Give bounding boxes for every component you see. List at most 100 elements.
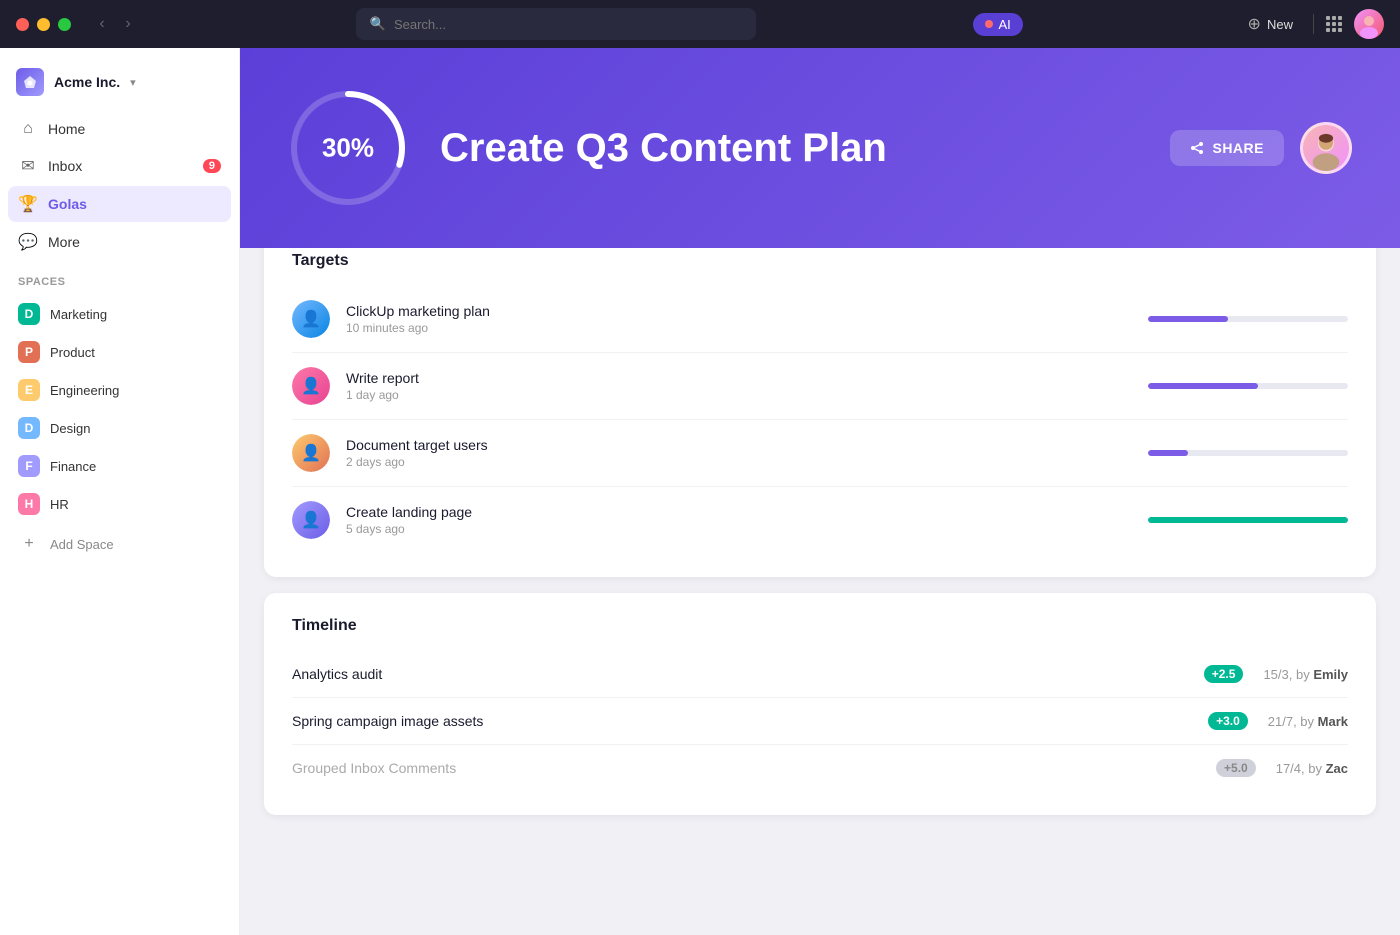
plus-icon: ⊕ bbox=[1248, 14, 1261, 34]
target-info-3: Document target users 2 days ago bbox=[346, 437, 1132, 469]
timeline-item: Analytics audit +2.5 15/3, by Emily bbox=[292, 651, 1348, 698]
target-avatar-1: 👤 bbox=[292, 300, 330, 338]
traffic-lights bbox=[16, 18, 71, 31]
ai-dot bbox=[985, 20, 993, 28]
sidebar-item-inbox[interactable]: ✉ Inbox 9 bbox=[8, 148, 231, 184]
titlebar: ‹ › 🔍 AI ⊕ New bbox=[0, 0, 1400, 48]
search-icon: 🔍 bbox=[370, 16, 386, 32]
space-dot-design: D bbox=[18, 417, 40, 439]
search-bar[interactable]: 🔍 bbox=[356, 8, 756, 40]
targets-title: Targets bbox=[292, 252, 1348, 270]
space-dot-product: P bbox=[18, 341, 40, 363]
ai-label: AI bbox=[999, 17, 1011, 32]
avatar-face-4: 👤 bbox=[292, 501, 330, 539]
back-button[interactable]: ‹ bbox=[91, 13, 113, 35]
nav-items: ⌂ Home ✉ Inbox 9 🏆 Golas 💬 More bbox=[0, 112, 239, 260]
space-label-marketing: Marketing bbox=[50, 307, 107, 322]
timeline-meta-1: 15/3, by Emily bbox=[1243, 667, 1348, 682]
target-time-3: 2 days ago bbox=[346, 455, 1132, 469]
timeline-item: Spring campaign image assets +3.0 21/7, … bbox=[292, 698, 1348, 745]
grid-icon[interactable] bbox=[1326, 16, 1342, 32]
ai-button[interactable]: AI bbox=[973, 13, 1023, 36]
divider bbox=[1313, 14, 1314, 34]
targets-card: Targets 👤 ClickUp marketing plan 10 minu… bbox=[264, 228, 1376, 577]
progress-fill-3 bbox=[1148, 450, 1188, 456]
progress-track-1 bbox=[1148, 316, 1348, 322]
sidebar-item-goals[interactable]: 🏆 Golas bbox=[8, 186, 231, 222]
space-label-engineering: Engineering bbox=[50, 383, 119, 398]
target-name-1: ClickUp marketing plan bbox=[346, 303, 1132, 319]
workspace-header[interactable]: Acme Inc. ▾ bbox=[0, 64, 239, 112]
space-label-design: Design bbox=[50, 421, 90, 436]
main-content: 30% Create Q3 Content Plan SHARE bbox=[240, 48, 1400, 935]
search-input[interactable] bbox=[394, 17, 742, 32]
progress-track-3 bbox=[1148, 450, 1348, 456]
add-space-label: Add Space bbox=[50, 537, 114, 552]
timeline-item: Grouped Inbox Comments +5.0 17/4, by Zac bbox=[292, 745, 1348, 791]
target-item: 👤 Create landing page 5 days ago bbox=[292, 487, 1348, 553]
target-info-4: Create landing page 5 days ago bbox=[346, 504, 1132, 536]
share-button[interactable]: SHARE bbox=[1170, 130, 1284, 166]
timeline-badge-3: +5.0 bbox=[1216, 759, 1256, 777]
target-info-2: Write report 1 day ago bbox=[346, 370, 1132, 402]
inbox-icon: ✉ bbox=[18, 156, 38, 176]
new-button[interactable]: ⊕ New bbox=[1240, 10, 1301, 38]
timeline-meta-2: 21/7, by Mark bbox=[1248, 714, 1348, 729]
space-item-marketing[interactable]: D Marketing bbox=[8, 296, 231, 332]
app-layout: Acme Inc. ▾ ⌂ Home ✉ Inbox 9 🏆 Golas 💬 M… bbox=[0, 48, 1400, 935]
add-space-button[interactable]: + Add Space bbox=[8, 526, 231, 562]
progress-fill-1 bbox=[1148, 316, 1228, 322]
chevron-down-icon: ▾ bbox=[130, 76, 136, 89]
target-name-2: Write report bbox=[346, 370, 1132, 386]
target-name-3: Document target users bbox=[346, 437, 1132, 453]
space-item-hr[interactable]: H HR bbox=[8, 486, 231, 522]
timeline-name-1: Analytics audit bbox=[292, 666, 1194, 682]
progress-track-4 bbox=[1148, 517, 1348, 523]
traffic-light-maximize[interactable] bbox=[58, 18, 71, 31]
space-item-finance[interactable]: F Finance bbox=[8, 448, 231, 484]
workspace-logo bbox=[16, 68, 44, 96]
target-item: 👤 ClickUp marketing plan 10 minutes ago bbox=[292, 286, 1348, 353]
plus-icon: + bbox=[18, 533, 40, 555]
traffic-light-minimize[interactable] bbox=[37, 18, 50, 31]
sidebar: Acme Inc. ▾ ⌂ Home ✉ Inbox 9 🏆 Golas 💬 M… bbox=[0, 48, 240, 935]
timeline-name-2: Spring campaign image assets bbox=[292, 713, 1198, 729]
avatar-face-2: 👤 bbox=[292, 367, 330, 405]
space-label-hr: HR bbox=[50, 497, 69, 512]
progress-ring: 30% bbox=[288, 88, 408, 208]
sidebar-item-more[interactable]: 💬 More bbox=[8, 224, 231, 260]
timeline-card: Timeline Analytics audit +2.5 15/3, by E… bbox=[264, 593, 1376, 815]
content-cards: Targets 👤 ClickUp marketing plan 10 minu… bbox=[240, 228, 1400, 839]
space-item-engineering[interactable]: E Engineering bbox=[8, 372, 231, 408]
space-items: D Marketing P Product E Engineering D De… bbox=[0, 296, 239, 522]
avatar-face-1: 👤 bbox=[292, 300, 330, 338]
target-item: 👤 Write report 1 day ago bbox=[292, 353, 1348, 420]
traffic-light-close[interactable] bbox=[16, 18, 29, 31]
space-item-design[interactable]: D Design bbox=[8, 410, 231, 446]
home-icon: ⌂ bbox=[18, 120, 38, 138]
progress-bar-3 bbox=[1148, 450, 1348, 456]
target-info-1: ClickUp marketing plan 10 minutes ago bbox=[346, 303, 1132, 335]
space-dot-hr: H bbox=[18, 493, 40, 515]
target-item: 👤 Document target users 2 days ago bbox=[292, 420, 1348, 487]
user-avatar[interactable] bbox=[1354, 9, 1384, 39]
forward-button[interactable]: › bbox=[117, 13, 139, 35]
target-avatar-3: 👤 bbox=[292, 434, 330, 472]
space-label-finance: Finance bbox=[50, 459, 96, 474]
timeline-name-3: Grouped Inbox Comments bbox=[292, 760, 1206, 776]
sidebar-item-home[interactable]: ⌂ Home bbox=[8, 112, 231, 146]
space-dot-engineering: E bbox=[18, 379, 40, 401]
banner-avatar[interactable] bbox=[1300, 122, 1352, 174]
share-label: SHARE bbox=[1212, 140, 1264, 156]
timeline-meta-3: 17/4, by Zac bbox=[1256, 761, 1348, 776]
space-item-product[interactable]: P Product bbox=[8, 334, 231, 370]
progress-fill-2 bbox=[1148, 383, 1258, 389]
more-icon: 💬 bbox=[18, 232, 38, 252]
workspace-name: Acme Inc. bbox=[54, 74, 120, 90]
timeline-title: Timeline bbox=[292, 617, 1348, 635]
target-time-2: 1 day ago bbox=[346, 388, 1132, 402]
progress-fill-4 bbox=[1148, 517, 1348, 523]
spaces-section-title: Spaces bbox=[0, 260, 239, 296]
inbox-badge: 9 bbox=[203, 159, 221, 173]
banner-actions: SHARE bbox=[1170, 122, 1352, 174]
